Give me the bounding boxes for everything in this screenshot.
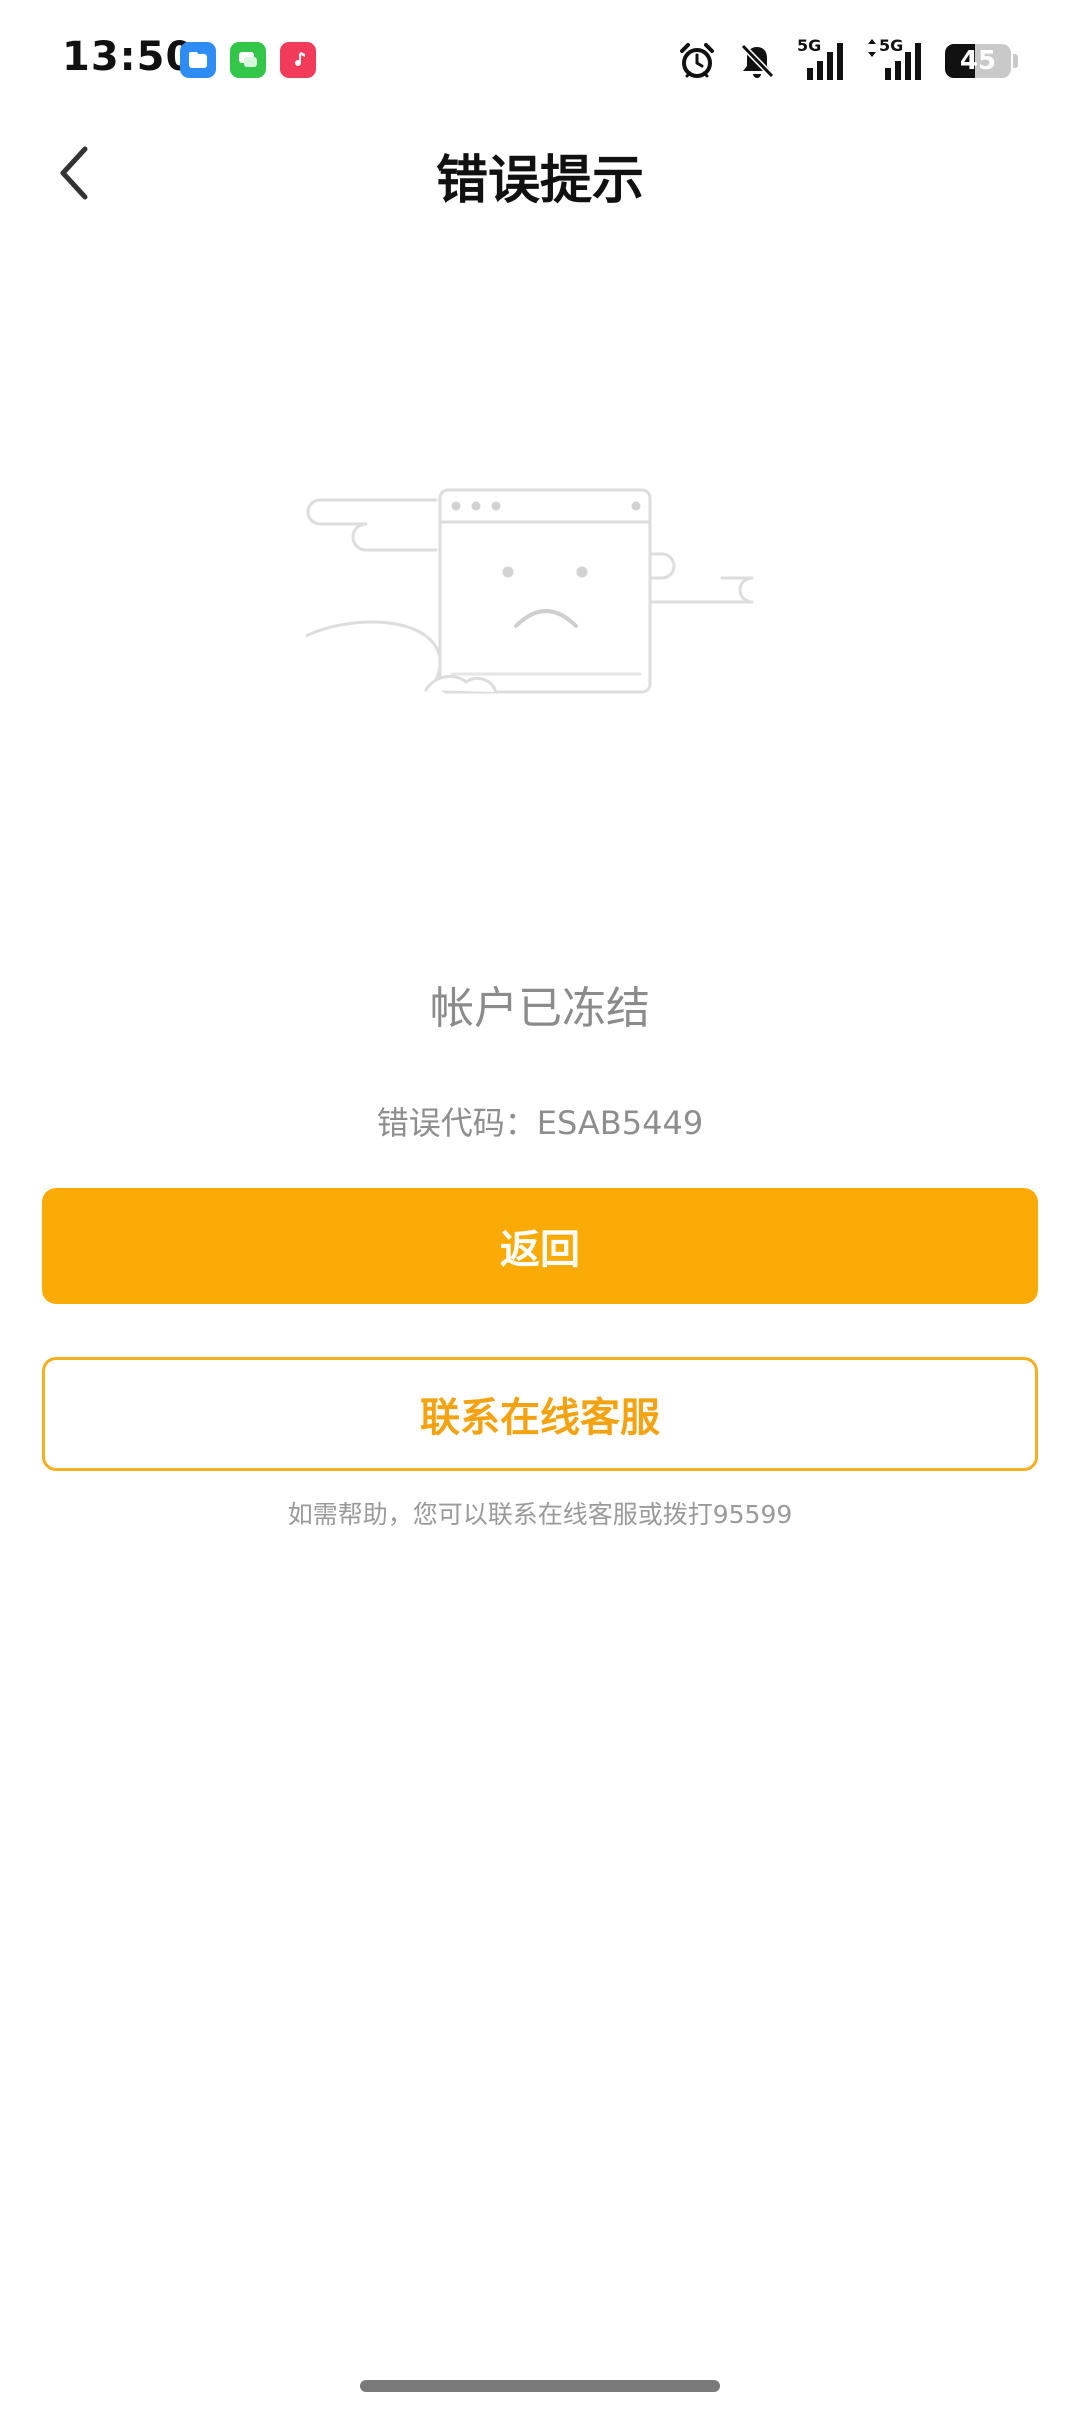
signal-5g-icon: 5G — [797, 36, 847, 82]
error-code: 错误代码：ESAB5449 — [376, 1104, 704, 1142]
return-button[interactable]: 返回 — [42, 1188, 1038, 1304]
status-bar: 13:50 5G 5G 45 — [0, 0, 1080, 120]
notification-app-icons — [180, 42, 316, 78]
help-text: 如需帮助，您可以联系在线客服或拨打95599 — [287, 1500, 793, 1529]
error-message: 帐户已冻结 — [430, 983, 650, 1034]
messages-icon — [230, 42, 266, 78]
navigation-bar: 错误提示 — [0, 120, 1080, 220]
alarm-icon — [680, 43, 714, 78]
battery-level: 45 — [959, 46, 997, 76]
music-icon — [280, 42, 316, 78]
page-title: 错误提示 — [435, 151, 644, 211]
status-indicators: 5G 5G 45 — [677, 36, 1018, 82]
files-icon — [180, 42, 216, 78]
status-time: 13:50 — [62, 34, 195, 80]
sad-browser-icon — [306, 488, 754, 694]
contact-support-button[interactable]: 联系在线客服 — [42, 1357, 1038, 1471]
battery-tip — [1013, 54, 1018, 68]
battery-icon: 45 — [945, 44, 1011, 78]
bell-muted-icon — [740, 43, 775, 79]
home-indicator[interactable] — [360, 2380, 720, 2392]
signal-5g-icon: 5G — [867, 36, 925, 82]
